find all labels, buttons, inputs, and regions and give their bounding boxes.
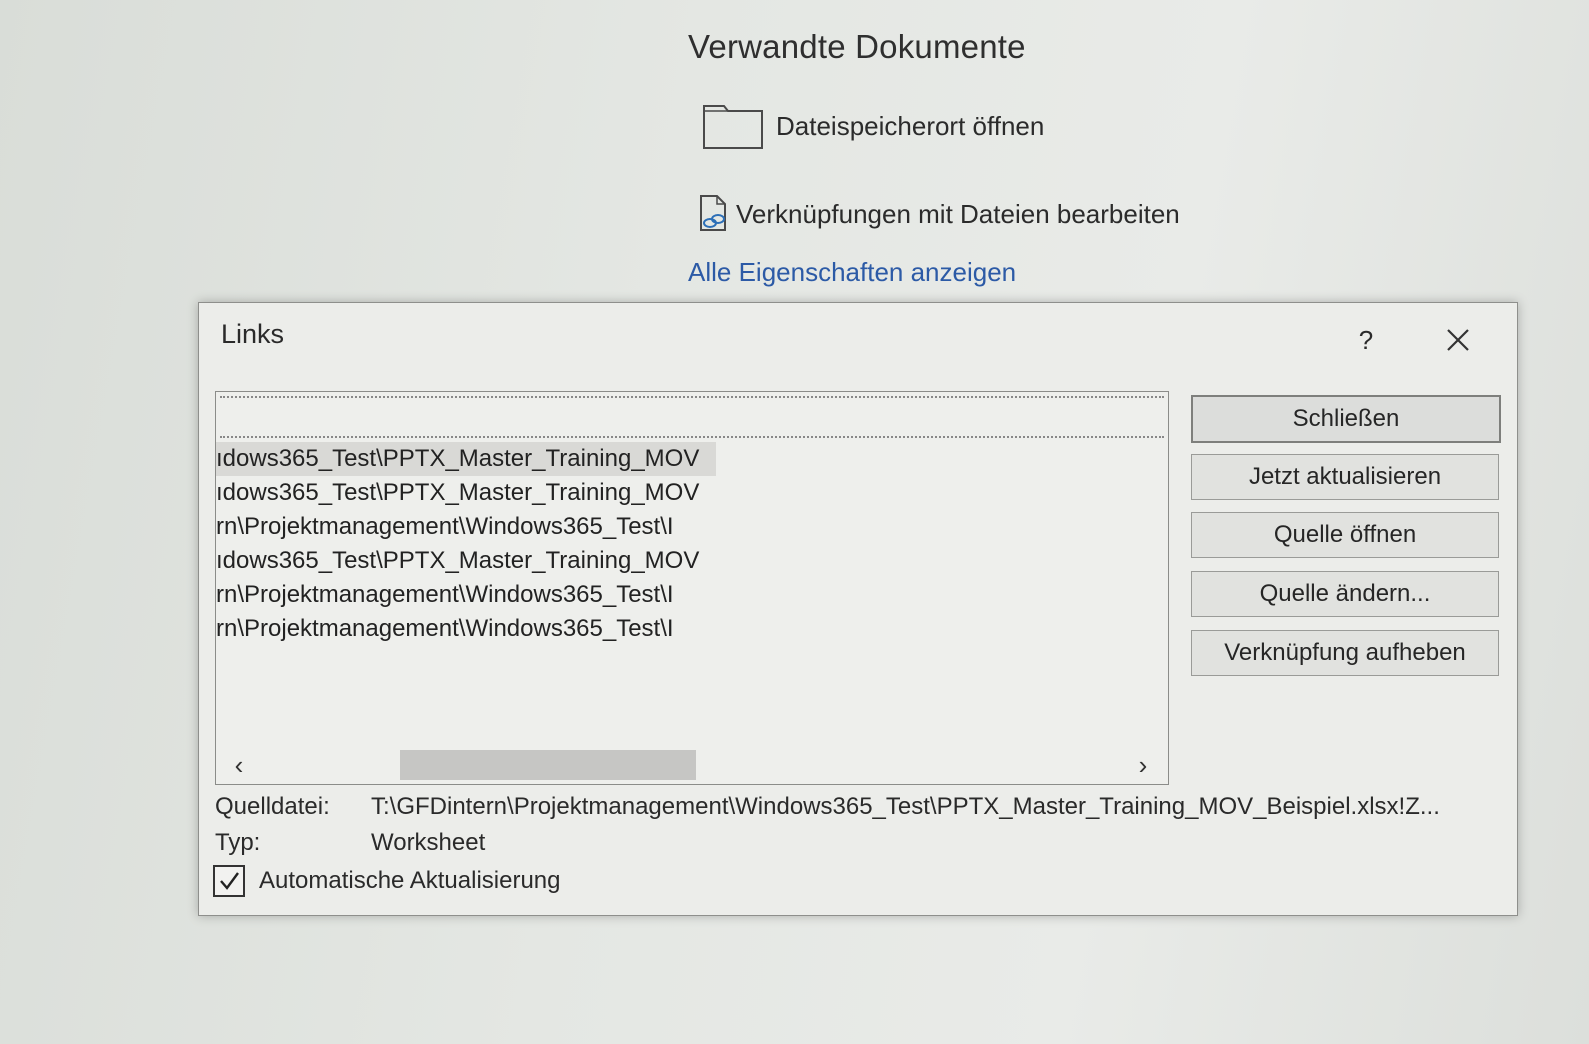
dialog-title: Links [221,319,285,349]
edit-links-to-files-button[interactable]: Verknüpfungen mit Dateien bearbeiten [698,194,1180,234]
close-button[interactable]: Schließen [1191,395,1501,443]
help-button[interactable]: ? [1349,325,1383,356]
links-dialog: Links ? ıdows365_Test\PPTX_Master_Traini… [198,302,1518,916]
auto-update-checkbox[interactable]: Automatische Aktualisierung [213,865,561,897]
list-column-header [220,396,1164,438]
type-value: Worksheet [371,829,486,856]
update-now-button[interactable]: Jetzt aktualisieren [1191,454,1499,500]
open-source-button[interactable]: Quelle öffnen [1191,512,1499,558]
show-all-properties-link[interactable]: Alle Eigenschaften anzeigen [688,257,1016,288]
related-documents-title: Verwandte Dokumente [688,28,1026,65]
folder-icon [702,102,764,150]
break-link-button[interactable]: Verknüpfung aufheben [1191,630,1499,676]
open-file-location-button[interactable]: Dateispeicherort öffnen [702,102,1044,150]
links-list: ıdows365_Test\PPTX_Master_Training_MOV ı… [216,442,716,646]
edit-links-label: Verknüpfungen mit Dateien bearbeiten [736,198,1180,229]
scroll-left-icon[interactable]: ‹ [224,750,254,781]
scroll-thumb[interactable] [400,750,696,780]
link-row[interactable]: ıdows365_Test\PPTX_Master_Training_MOV [216,544,716,578]
link-row[interactable]: rn\Projektmanagement\Windows365_Test\I [216,612,716,646]
auto-update-label: Automatische Aktualisierung [259,867,561,894]
link-row[interactable]: ıdows365_Test\PPTX_Master_Training_MOV [216,442,716,476]
document-link-icon [698,194,730,234]
links-listbox[interactable]: ıdows365_Test\PPTX_Master_Training_MOV ı… [215,391,1169,785]
source-file-value: T:\GFDintern\Projektmanagement\Windows36… [371,793,1440,820]
horizontal-scrollbar[interactable]: ‹ › [216,748,1168,784]
open-file-location-label: Dateispeicherort öffnen [776,110,1045,141]
link-row[interactable]: ıdows365_Test\PPTX_Master_Training_MOV [216,476,716,510]
type-label: Typ: [215,829,261,856]
link-row[interactable]: rn\Projektmanagement\Windows365_Test\I [216,510,716,544]
checkbox-box[interactable] [213,865,245,897]
checkmark-icon [220,872,239,890]
change-source-button[interactable]: Quelle ändern... [1191,571,1499,617]
source-file-label: Quelldatei: [215,793,330,820]
close-icon[interactable] [1443,325,1473,355]
scroll-right-icon[interactable]: › [1128,750,1158,781]
link-row[interactable]: rn\Projektmanagement\Windows365_Test\I [216,578,716,612]
